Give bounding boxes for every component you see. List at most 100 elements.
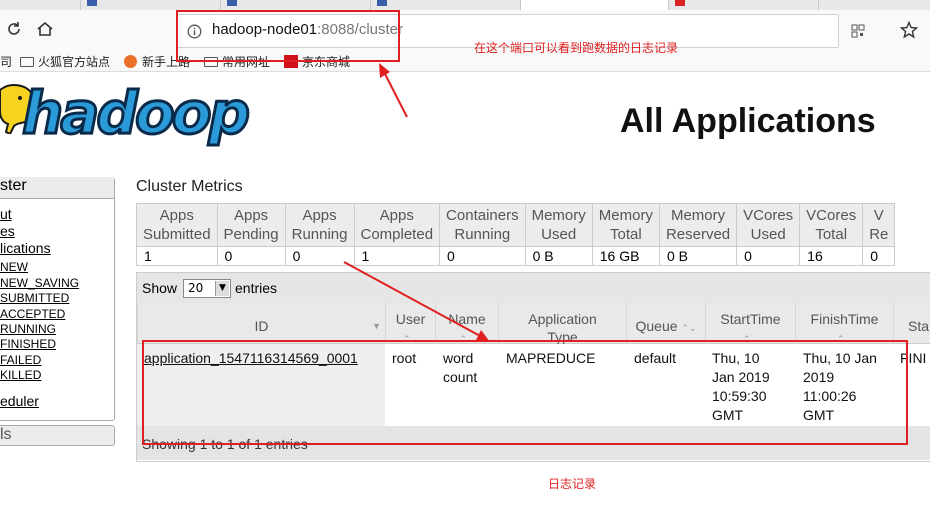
column-header-starttime[interactable]: StartTime ⌃⌄ [705,303,795,344]
column-header-application-type[interactable]: Application Type [498,303,626,345]
metric-header: VCores Total [799,203,864,247]
metric-header-line: Apps [379,207,414,224]
page-size-select[interactable]: 20 ▼ [183,279,231,298]
browser-tab[interactable] [668,0,818,10]
browser-tab[interactable] [80,0,220,10]
metric-value: 0 [862,246,896,266]
metric-header-line: Submitted [143,226,211,243]
column-header-finishtime[interactable]: FinishTime ⌃⌄ [795,303,893,344]
metric-header-line: Apps [302,207,337,224]
arrow-to-url [383,71,408,118]
reload-icon[interactable] [6,21,22,37]
metric-header-line: Total [815,226,848,243]
sidebar-state-finished[interactable]: FINISHED [0,337,56,351]
hadoop-logo[interactable]: hadoop [20,83,251,144]
bookmark-star-icon[interactable] [900,21,918,39]
qr-code-icon[interactable] [851,24,865,38]
cluster-metrics-table: Apps Submitted Apps Pending Apps Running Apps C… [136,203,896,266]
metric-header-line: Apps [159,207,194,224]
chevron-down-icon[interactable]: ▼ [215,281,229,296]
metric-value: 16 GB [591,246,660,266]
column-label: Name [448,311,486,327]
column-header-id[interactable]: ID ▼ [137,303,385,344]
metric-header-line: Memory [598,207,653,224]
browser-tab[interactable] [220,0,370,10]
column-label: ID [254,318,269,334]
column-header-queue[interactable]: Queue ⌃⌄ [626,303,705,344]
sidebar-link-applications[interactable]: lications [0,240,51,256]
metric-header: Apps Submitted [136,203,218,247]
metric-header-line: Memory [531,207,586,224]
log-annotation: 日志记录 [548,477,597,491]
metric-value: 1 [136,246,218,266]
metric-header-line: Total [610,226,642,243]
sidebar-state-submitted[interactable]: SUBMITTED [0,291,69,305]
url-highlight-box [176,10,400,62]
cluster-metrics-title: Cluster Metrics [136,178,243,195]
metric-header: Memory Total [591,203,660,247]
sidebar-link-scheduler[interactable]: eduler [0,393,39,409]
sidebar-state-accepted[interactable]: ACCEPTED [0,307,65,321]
metric-header: Memory Reserved [658,203,738,247]
metric-value: 0 [439,246,526,266]
metric-header-line: Running [454,226,511,243]
sidebar-header[interactable]: ster [0,177,114,199]
browser-tab-active[interactable] [520,0,668,10]
column-label: Queue [635,318,678,334]
sidebar-state-new-saving[interactable]: NEW_SAVING [0,276,79,290]
sidebar-state-killed[interactable]: KILLED [0,368,41,382]
metric-header-line: Re [869,226,889,243]
sidebar-state-new[interactable]: NEW [0,260,28,274]
metric-header: Apps Completed [353,203,441,247]
tab-strip [0,0,930,10]
metric-header-line: Pending [223,226,279,243]
metric-value: 1 [353,246,441,266]
browser-tab[interactable] [818,0,930,10]
column-header-state[interactable]: Sta [893,303,930,344]
sidebar-tools-header[interactable]: ls [0,425,115,446]
home-icon[interactable] [36,21,54,37]
metric-header-line: Used [750,226,786,243]
entries-label: entries [235,280,278,296]
metric-value: 0 [216,246,286,266]
folder-icon [20,57,34,67]
column-label: User [395,311,426,327]
metric-header-line: Containers [446,207,519,224]
tab-favicon-icon [675,0,685,6]
metric-header-line: Apps [233,207,269,224]
column-header-name[interactable]: Name ⌃⌄ [435,303,498,344]
sidebar-state-running[interactable]: RUNNING [0,322,56,336]
metric-header: Memory Used [524,203,593,247]
sidebar-link-about[interactable]: ut [0,206,12,222]
firefox-icon [124,55,137,68]
metric-header: V Re [862,203,896,247]
browser-tab[interactable] [370,0,520,10]
column-label: Sta [908,318,930,334]
metric-header-line: Memory [670,207,726,224]
tab-favicon-icon [227,0,237,6]
show-label: Show [142,280,178,296]
metric-header: Apps Pending [216,203,286,247]
sidebar-link-nodes[interactable]: es [0,223,15,239]
page-size-value: 20 [188,281,204,295]
metric-header-line: Running [291,226,348,243]
tab-favicon-icon [377,0,387,6]
page-title: All Applications [620,102,876,140]
bookmark-item[interactable]: 司 [0,53,12,70]
column-header-user[interactable]: User ⌃⌄ [385,303,435,344]
row-highlight-box [142,340,908,445]
column-label: StartTime [720,311,781,327]
metric-header-line: V [873,207,884,224]
metric-value: 0 [736,246,801,266]
metric-value: 0 B [524,246,593,266]
sort-icon: ⌃⌄ [681,323,697,333]
metric-value: 16 [799,246,864,266]
metric-header-line: Reserved [665,226,731,243]
bookmark-label: 火狐官方站点 [38,55,111,69]
port-annotation: 在这个端口可以看到跑数据的日志记录 [474,41,679,55]
metric-header: Containers Running [439,203,526,247]
tab-favicon-icon [87,0,97,6]
bookmark-item[interactable]: 火狐官方站点 [20,53,110,70]
metric-header-line: Completed [360,226,434,243]
sidebar-state-failed[interactable]: FAILED [0,353,41,367]
